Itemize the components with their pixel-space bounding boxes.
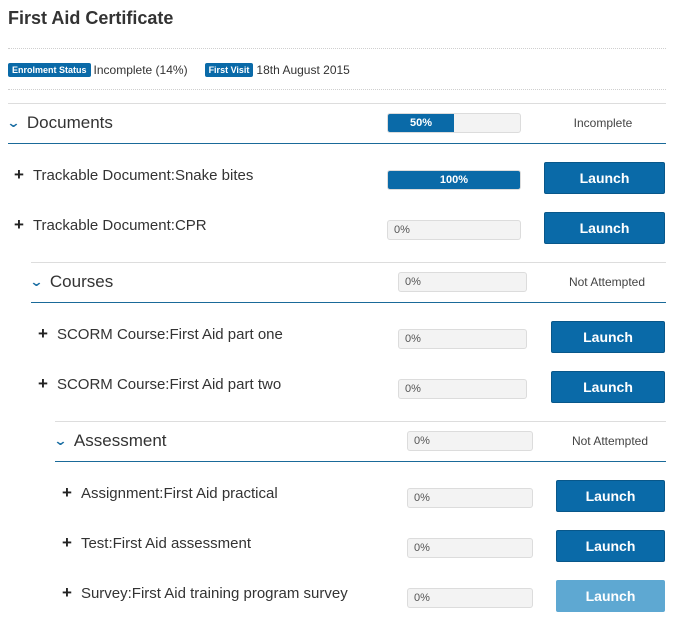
- launch-button[interactable]: Launch: [544, 212, 665, 244]
- chevron-down-icon: ⌄: [6, 115, 21, 130]
- item-progress-bar: 100%: [387, 170, 521, 190]
- section-top-border: [55, 421, 666, 422]
- section-progress-bar: 0%: [398, 272, 527, 292]
- item-label: Assignment:First Aid practical: [80, 484, 278, 502]
- first-visit-value: 18th August 2015: [256, 63, 350, 77]
- item-label: Test:First Aid assessment: [80, 534, 251, 552]
- section-documents-toggle[interactable]: ⌄ Documents: [6, 113, 113, 133]
- launch-button[interactable]: Launch: [551, 321, 665, 353]
- expand-plus-icon[interactable]: +: [14, 165, 24, 185]
- progress-label: 0%: [405, 333, 421, 345]
- expand-plus-icon[interactable]: +: [62, 483, 72, 503]
- expand-plus-icon[interactable]: +: [62, 533, 72, 553]
- first-visit-badge: First Visit: [204, 63, 254, 77]
- progress-label: 0%: [414, 435, 430, 447]
- launch-button[interactable]: Launch: [544, 162, 665, 194]
- list-item[interactable]: + SCORM Course:First Aid part two: [38, 374, 281, 394]
- launch-button-disabled[interactable]: Launch: [556, 580, 665, 612]
- list-item[interactable]: + SCORM Course:First Aid part one: [38, 324, 283, 344]
- item-label: Trackable Document:CPR: [32, 216, 207, 234]
- launch-button[interactable]: Launch: [556, 480, 665, 512]
- expand-plus-icon[interactable]: +: [14, 215, 24, 235]
- divider: [8, 48, 666, 49]
- section-status: Not Attempted: [571, 434, 649, 448]
- item-progress-bar: 0%: [407, 588, 533, 608]
- chevron-down-icon: ⌄: [53, 433, 68, 448]
- section-progress-bar: 0%: [407, 431, 533, 451]
- section-progress-bar: 50%: [387, 113, 521, 133]
- progress-label: 0%: [405, 276, 421, 288]
- list-item[interactable]: + Assignment:First Aid practical: [62, 483, 278, 503]
- expand-plus-icon[interactable]: +: [62, 583, 72, 603]
- list-item[interactable]: + Test:First Aid assessment: [62, 533, 251, 553]
- launch-button[interactable]: Launch: [551, 371, 665, 403]
- section-assessment-toggle[interactable]: ⌄ Assessment: [53, 431, 167, 451]
- section-top-border: [31, 262, 666, 263]
- progress-label: 50%: [409, 117, 433, 129]
- section-bottom-border: [55, 461, 666, 462]
- item-progress-bar: 0%: [398, 329, 527, 349]
- enrolment-status-badge: Enrolment Status: [8, 63, 91, 77]
- progress-label: 0%: [414, 492, 430, 504]
- progress-label: 0%: [414, 592, 430, 604]
- expand-plus-icon[interactable]: +: [38, 324, 48, 344]
- section-bottom-border: [8, 143, 666, 144]
- divider: [8, 89, 666, 90]
- item-progress-bar: 0%: [407, 488, 533, 508]
- section-top-border: [8, 103, 666, 104]
- list-item[interactable]: + Trackable Document:Snake bites: [14, 165, 253, 185]
- section-status: Incomplete: [573, 116, 633, 130]
- section-title: Courses: [49, 272, 114, 291]
- progress-label: 0%: [394, 224, 410, 236]
- item-progress-bar: 0%: [398, 379, 527, 399]
- progress-label: 0%: [414, 542, 430, 554]
- enrolment-status-value: Incomplete (14%): [93, 63, 188, 77]
- item-label: Trackable Document:Snake bites: [32, 166, 254, 184]
- list-item[interactable]: + Survey:First Aid training program surv…: [62, 583, 348, 603]
- enrolment-meta: Enrolment Status Incomplete (14%) First …: [8, 63, 367, 77]
- item-label: SCORM Course:First Aid part one: [56, 325, 283, 343]
- section-title: Documents: [26, 113, 113, 132]
- item-progress-bar: 0%: [407, 538, 533, 558]
- launch-button[interactable]: Launch: [556, 530, 665, 562]
- list-item[interactable]: + Trackable Document:CPR: [14, 215, 207, 235]
- section-bottom-border: [31, 302, 666, 303]
- chevron-down-icon: ⌄: [29, 274, 44, 289]
- page-title: First Aid Certificate: [8, 8, 174, 28]
- item-label: SCORM Course:First Aid part two: [56, 375, 282, 393]
- progress-label: 100%: [439, 174, 469, 186]
- expand-plus-icon[interactable]: +: [38, 374, 48, 394]
- section-title: Assessment: [73, 431, 167, 450]
- section-courses-toggle[interactable]: ⌄ Courses: [29, 272, 114, 292]
- section-status: Not Attempted: [568, 275, 646, 289]
- item-progress-bar: 0%: [387, 220, 521, 240]
- progress-label: 0%: [405, 383, 421, 395]
- item-label: Survey:First Aid training program survey: [80, 584, 348, 602]
